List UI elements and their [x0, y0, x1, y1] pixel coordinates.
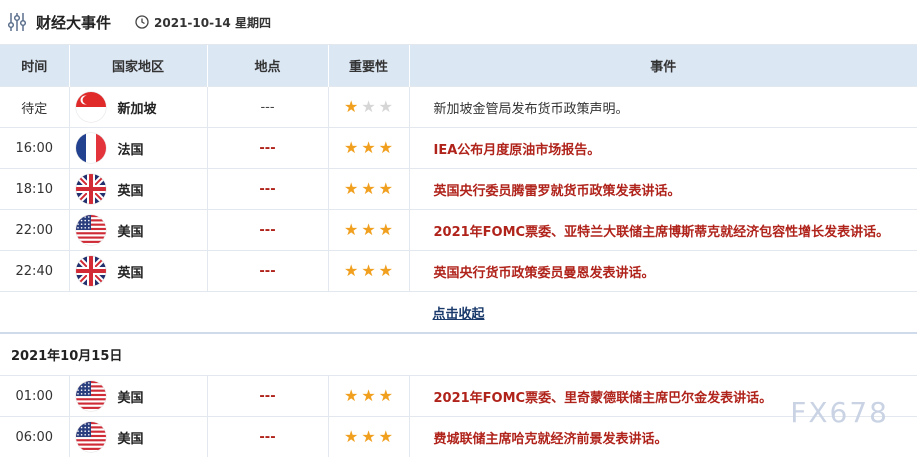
star-icon: ★: [379, 222, 393, 238]
collapse-row: 点击收起: [0, 292, 917, 334]
star-icon: ★: [361, 140, 375, 156]
star-icon: ★: [379, 263, 393, 279]
col-importance: 重要性: [328, 45, 409, 87]
star-icon: ★: [344, 222, 358, 238]
collapse-link[interactable]: 点击收起: [432, 307, 484, 322]
star-icon: ★: [361, 263, 375, 279]
table-row: 01:00美国---★★★2021年FOMC票委、里奇蒙德联储主席巴尔金发表讲话…: [0, 376, 917, 417]
country-cell: 美国: [70, 215, 207, 245]
country-name: 新加坡: [118, 98, 157, 117]
event-description[interactable]: 新加坡金管局发布货币政策声明。: [409, 87, 917, 128]
star-icon: ★: [379, 429, 393, 445]
us-flag-icon: [76, 422, 106, 452]
star-icon: ★: [379, 181, 393, 197]
date-row: 2021年10月15日: [0, 333, 917, 376]
country-cell: 法国: [70, 133, 207, 163]
country-name: 法国: [118, 139, 144, 158]
star-icon: ★: [361, 222, 375, 238]
us-flag-icon: [76, 215, 106, 245]
event-description[interactable]: 2021年FOMC票委、亚特兰大联储主席博斯蒂克就经济包容性增长发表讲话。: [409, 210, 917, 251]
event-location: ---: [260, 100, 274, 115]
importance-stars: ★★★: [344, 140, 393, 156]
france-flag-icon: [76, 133, 106, 163]
event-time: 01:00: [0, 376, 69, 417]
table-row: 22:40英国---★★★英国央行货币政策委员曼恩发表讲话。: [0, 251, 917, 292]
table-row: 待定新加坡---★★★新加坡金管局发布货币政策声明。: [0, 87, 917, 128]
star-icon: ★: [344, 388, 358, 404]
country-name: 英国: [118, 262, 144, 281]
star-icon: ★: [344, 263, 358, 279]
event-description[interactable]: IEA公布月度原油市场报告。: [409, 128, 917, 169]
table-row: 06:00美国---★★★费城联储主席哈克就经济前景发表讲话。: [0, 417, 917, 457]
importance-stars: ★★★: [344, 99, 393, 115]
country-cell: 美国: [70, 422, 207, 452]
event-location: ---: [259, 223, 275, 238]
event-time: 22:40: [0, 251, 69, 292]
event-time: 18:10: [0, 169, 69, 210]
table-row: 18:10英国---★★★英国央行委员腾雷罗就货币政策发表讲话。: [0, 169, 917, 210]
event-location: ---: [259, 264, 275, 279]
header-date: 2021-10-14 星期四: [154, 14, 271, 31]
event-location: ---: [259, 389, 275, 404]
star-icon: ★: [344, 140, 358, 156]
page-header: 财经大事件 2021-10-14 星期四: [0, 0, 917, 45]
country-cell: 新加坡: [70, 92, 207, 122]
event-location: ---: [259, 430, 275, 445]
importance-stars: ★★★: [344, 263, 393, 279]
country-cell: 美国: [70, 381, 207, 411]
col-time: 时间: [0, 45, 69, 87]
us-flag-icon: [76, 381, 106, 411]
star-icon: ★: [361, 181, 375, 197]
event-time: 22:00: [0, 210, 69, 251]
uk-flag-icon: [76, 256, 106, 286]
country-name: 美国: [118, 428, 144, 447]
star-icon: ★: [344, 99, 358, 115]
star-icon: ★: [379, 99, 393, 115]
country-name: 美国: [118, 221, 144, 240]
star-icon: ★: [344, 429, 358, 445]
event-time: 待定: [0, 87, 69, 128]
event-time: 16:00: [0, 128, 69, 169]
importance-stars: ★★★: [344, 222, 393, 238]
event-location: ---: [259, 182, 275, 197]
star-icon: ★: [361, 388, 375, 404]
table-header-row: 时间 国家地区 地点 重要性 事件: [0, 45, 917, 87]
country-cell: 英国: [70, 174, 207, 204]
uk-flag-icon: [76, 174, 106, 204]
star-icon: ★: [361, 429, 375, 445]
events-table: 时间 国家地区 地点 重要性 事件 待定新加坡---★★★新加坡金管局发布货币政…: [0, 45, 917, 457]
col-event: 事件: [409, 45, 917, 87]
page-title: 财经大事件: [36, 12, 111, 33]
importance-stars: ★★★: [344, 429, 393, 445]
event-description[interactable]: 英国央行委员腾雷罗就货币政策发表讲话。: [409, 169, 917, 210]
star-icon: ★: [379, 140, 393, 156]
clock-icon: [135, 15, 149, 29]
col-location: 地点: [207, 45, 328, 87]
event-time: 06:00: [0, 417, 69, 457]
col-country: 国家地区: [69, 45, 207, 87]
event-location: ---: [259, 141, 275, 156]
event-description[interactable]: 英国央行货币政策委员曼恩发表讲话。: [409, 251, 917, 292]
date-heading: 2021年10月15日: [0, 333, 917, 376]
singapore-flag-icon: [76, 92, 106, 122]
sliders-icon: [6, 11, 28, 33]
country-name: 美国: [118, 387, 144, 406]
importance-stars: ★★★: [344, 388, 393, 404]
watermark: FX678: [790, 396, 889, 429]
importance-stars: ★★★: [344, 181, 393, 197]
table-row: 16:00法国---★★★IEA公布月度原油市场报告。: [0, 128, 917, 169]
star-icon: ★: [344, 181, 358, 197]
star-icon: ★: [361, 99, 375, 115]
star-icon: ★: [379, 388, 393, 404]
table-row: 22:00美国---★★★2021年FOMC票委、亚特兰大联储主席博斯蒂克就经济…: [0, 210, 917, 251]
country-name: 英国: [118, 180, 144, 199]
country-cell: 英国: [70, 256, 207, 286]
